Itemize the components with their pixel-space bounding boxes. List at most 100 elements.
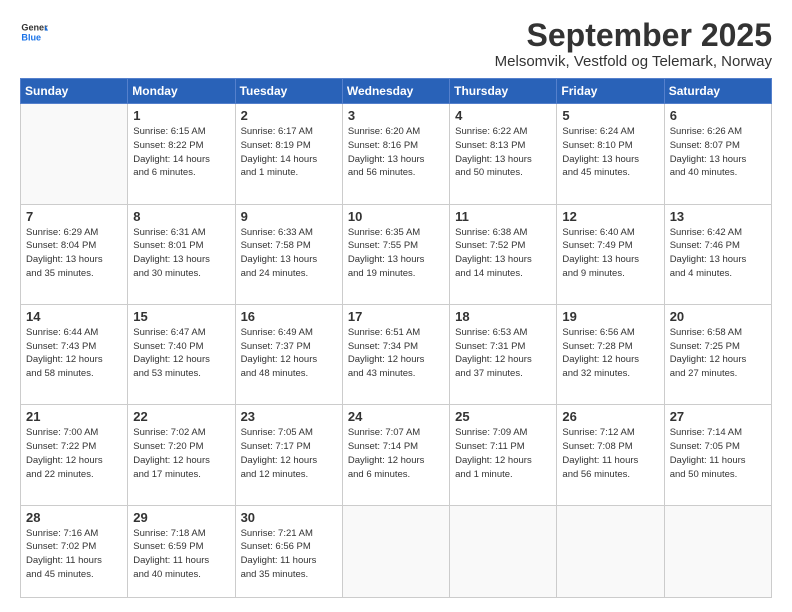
day-number: 4 [455,108,551,123]
day-info: Sunrise: 6:17 AM Sunset: 8:19 PM Dayligh… [241,125,337,180]
calendar-week-1: 1 Sunrise: 6:15 AM Sunset: 8:22 PM Daylig… [21,104,772,204]
table-cell: 6 Sunrise: 6:26 AM Sunset: 8:07 PM Daylig… [664,104,771,204]
table-cell: 30 Sunrise: 7:21 AM Sunset: 6:56 PM Dayli… [235,505,342,597]
day-number: 12 [562,209,658,224]
day-info: Sunrise: 6:53 AM Sunset: 7:31 PM Dayligh… [455,326,551,381]
day-number: 21 [26,409,122,424]
table-cell: 8 Sunrise: 6:31 AM Sunset: 8:01 PM Daylig… [128,204,235,304]
table-cell [557,505,664,597]
calendar-week-5: 28Sunrise: 7:16 AM Sunset: 7:02 PM Dayli… [21,505,772,597]
day-info: Sunrise: 6:20 AM Sunset: 8:16 PM Dayligh… [348,125,444,180]
day-number: 27 [670,409,766,424]
day-number: 24 [348,409,444,424]
table-cell [342,505,449,597]
day-number: 29 [133,510,229,525]
table-cell: 14Sunrise: 6:44 AM Sunset: 7:43 PM Dayli… [21,304,128,404]
day-number: 2 [241,108,337,123]
table-cell: 20 Sunrise: 6:58 AM Sunset: 7:25 PM Dayli… [664,304,771,404]
table-cell: 15 Sunrise: 6:47 AM Sunset: 7:40 PM Dayli… [128,304,235,404]
title-block: September 2025 Melsomvik, Vestfold og Te… [495,18,772,70]
table-cell: 22Sunrise: 7:02 AM Sunset: 7:20 PM Dayli… [128,405,235,505]
day-number: 19 [562,309,658,324]
day-number: 6 [670,108,766,123]
table-cell: 16 Sunrise: 6:49 AM Sunset: 7:37 PM Dayli… [235,304,342,404]
table-cell: 11Sunrise: 6:38 AM Sunset: 7:52 PM Dayli… [450,204,557,304]
day-number: 26 [562,409,658,424]
svg-text:Blue: Blue [21,32,41,42]
day-info: Sunrise: 7:05 AM Sunset: 7:17 PM Dayligh… [241,426,337,481]
day-number: 16 [241,309,337,324]
calendar-week-3: 14Sunrise: 6:44 AM Sunset: 7:43 PM Dayli… [21,304,772,404]
col-wednesday: Wednesday [342,79,449,104]
day-number: 8 [133,209,229,224]
day-info: Sunrise: 7:12 AM Sunset: 7:08 PM Dayligh… [562,426,658,481]
day-info: Sunrise: 6:31 AM Sunset: 8:01 PM Dayligh… [133,226,229,281]
col-tuesday: Tuesday [235,79,342,104]
day-info: Sunrise: 7:18 AM Sunset: 6:59 PM Dayligh… [133,527,229,582]
table-cell [21,104,128,204]
month-title: September 2025 [495,18,772,53]
day-number: 11 [455,209,551,224]
day-number: 13 [670,209,766,224]
day-number: 10 [348,209,444,224]
calendar-week-2: 7Sunrise: 6:29 AM Sunset: 8:04 PM Daylig… [21,204,772,304]
day-number: 30 [241,510,337,525]
day-info: Sunrise: 6:40 AM Sunset: 7:49 PM Dayligh… [562,226,658,281]
day-number: 28 [26,510,122,525]
table-cell: 1 Sunrise: 6:15 AM Sunset: 8:22 PM Daylig… [128,104,235,204]
day-info: Sunrise: 6:58 AM Sunset: 7:25 PM Dayligh… [670,326,766,381]
day-info: Sunrise: 6:33 AM Sunset: 7:58 PM Dayligh… [241,226,337,281]
day-info: Sunrise: 6:49 AM Sunset: 7:37 PM Dayligh… [241,326,337,381]
calendar-table: Sunday Monday Tuesday Wednesday Thursday… [20,78,772,598]
table-cell: 4 Sunrise: 6:22 AM Sunset: 8:13 PM Daylig… [450,104,557,204]
day-number: 20 [670,309,766,324]
day-info: Sunrise: 7:07 AM Sunset: 7:14 PM Dayligh… [348,426,444,481]
table-cell [450,505,557,597]
weekday-header-row: Sunday Monday Tuesday Wednesday Thursday… [21,79,772,104]
day-info: Sunrise: 6:51 AM Sunset: 7:34 PM Dayligh… [348,326,444,381]
header: General Blue September 2025 Melsomvik, V… [20,18,772,70]
col-monday: Monday [128,79,235,104]
table-cell: 7Sunrise: 6:29 AM Sunset: 8:04 PM Daylig… [21,204,128,304]
table-cell: 24 Sunrise: 7:07 AM Sunset: 7:14 PM Dayli… [342,405,449,505]
day-info: Sunrise: 6:29 AM Sunset: 8:04 PM Dayligh… [26,226,122,281]
day-number: 17 [348,309,444,324]
table-cell: 28Sunrise: 7:16 AM Sunset: 7:02 PM Dayli… [21,505,128,597]
day-number: 18 [455,309,551,324]
day-info: Sunrise: 7:21 AM Sunset: 6:56 PM Dayligh… [241,527,337,582]
table-cell: 25Sunrise: 7:09 AM Sunset: 7:11 PM Dayli… [450,405,557,505]
calendar-week-4: 21 Sunrise: 7:00 AM Sunset: 7:22 PM Dayli… [21,405,772,505]
table-cell: 23 Sunrise: 7:05 AM Sunset: 7:17 PM Dayli… [235,405,342,505]
svg-text:General: General [21,23,48,33]
day-info: Sunrise: 6:22 AM Sunset: 8:13 PM Dayligh… [455,125,551,180]
table-cell: 10Sunrise: 6:35 AM Sunset: 7:55 PM Dayli… [342,204,449,304]
day-info: Sunrise: 6:42 AM Sunset: 7:46 PM Dayligh… [670,226,766,281]
day-info: Sunrise: 7:14 AM Sunset: 7:05 PM Dayligh… [670,426,766,481]
col-thursday: Thursday [450,79,557,104]
day-info: Sunrise: 7:09 AM Sunset: 7:11 PM Dayligh… [455,426,551,481]
day-number: 23 [241,409,337,424]
day-number: 5 [562,108,658,123]
day-info: Sunrise: 6:26 AM Sunset: 8:07 PM Dayligh… [670,125,766,180]
day-number: 3 [348,108,444,123]
day-number: 1 [133,108,229,123]
table-cell: 9Sunrise: 6:33 AM Sunset: 7:58 PM Daylig… [235,204,342,304]
col-sunday: Sunday [21,79,128,104]
day-number: 14 [26,309,122,324]
table-cell [664,505,771,597]
day-info: Sunrise: 7:02 AM Sunset: 7:20 PM Dayligh… [133,426,229,481]
table-cell: 3 Sunrise: 6:20 AM Sunset: 8:16 PM Daylig… [342,104,449,204]
table-cell: 12 Sunrise: 6:40 AM Sunset: 7:49 PM Dayli… [557,204,664,304]
day-info: Sunrise: 6:47 AM Sunset: 7:40 PM Dayligh… [133,326,229,381]
table-cell: 19Sunrise: 6:56 AM Sunset: 7:28 PM Dayli… [557,304,664,404]
table-cell: 27 Sunrise: 7:14 AM Sunset: 7:05 PM Dayli… [664,405,771,505]
table-cell: 21 Sunrise: 7:00 AM Sunset: 7:22 PM Dayli… [21,405,128,505]
day-info: Sunrise: 6:24 AM Sunset: 8:10 PM Dayligh… [562,125,658,180]
table-cell: 2 Sunrise: 6:17 AM Sunset: 8:19 PM Daylig… [235,104,342,204]
day-info: Sunrise: 7:00 AM Sunset: 7:22 PM Dayligh… [26,426,122,481]
day-info: Sunrise: 6:15 AM Sunset: 8:22 PM Dayligh… [133,125,229,180]
col-friday: Friday [557,79,664,104]
table-cell: 26 Sunrise: 7:12 AM Sunset: 7:08 PM Dayli… [557,405,664,505]
day-number: 15 [133,309,229,324]
table-cell: 29 Sunrise: 7:18 AM Sunset: 6:59 PM Dayli… [128,505,235,597]
